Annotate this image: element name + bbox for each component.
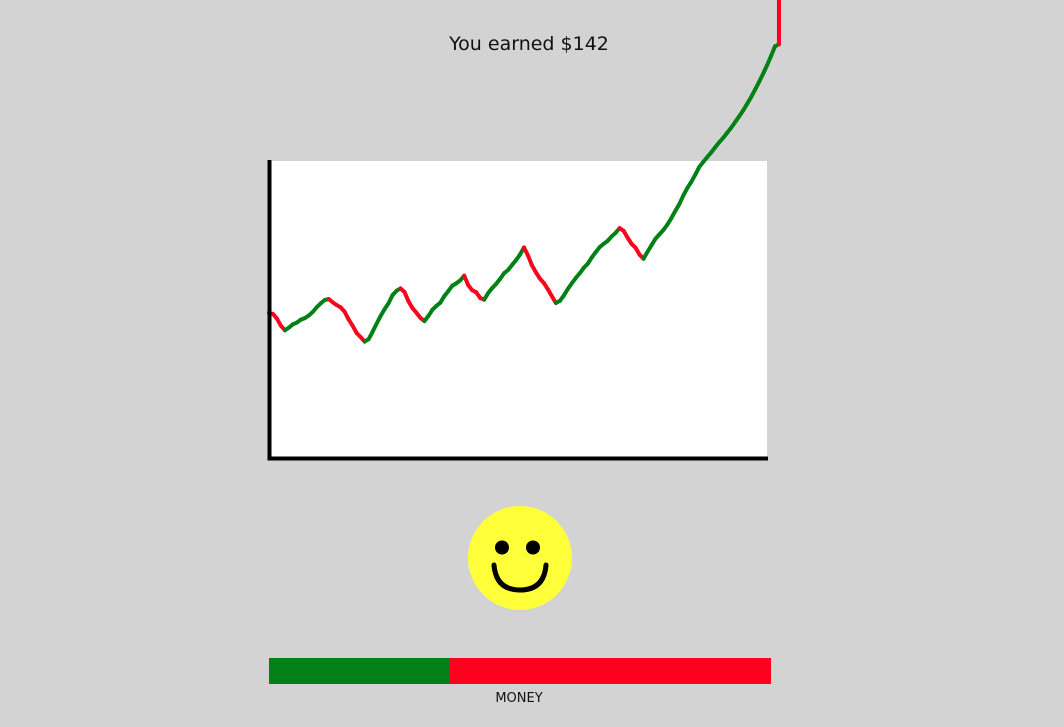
left-eye: [495, 540, 509, 555]
money-meter: [269, 658, 771, 684]
smiley-face-icon: [468, 506, 572, 610]
right-eye: [526, 540, 540, 555]
money-label: MONEY: [495, 691, 543, 706]
face-circle: [468, 506, 572, 610]
money-meter-fill: [269, 658, 450, 684]
